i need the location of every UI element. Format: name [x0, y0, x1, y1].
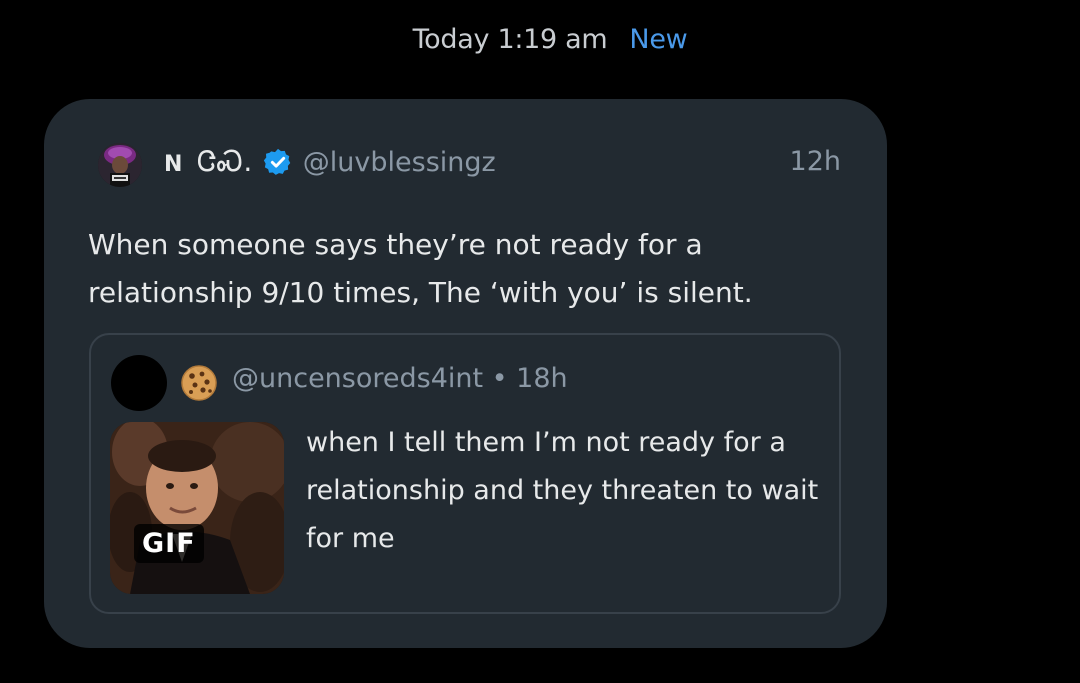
- cookie-emoji-icon: [181, 365, 217, 401]
- tweet-text: When someone says they’re not ready for …: [88, 228, 753, 309]
- quoted-tweet-card[interactable]: @uncensoreds4int • 18h GIF when I tell t…: [89, 333, 841, 614]
- message-timestamp-row: Today 1:19 am New: [0, 24, 1080, 55]
- quoted-handle-and-age[interactable]: @uncensoreds4int • 18h: [232, 363, 568, 394]
- gif-thumbnail-image: [110, 422, 284, 594]
- verified-badge-icon: [263, 148, 291, 175]
- quoted-author-avatar[interactable]: [111, 355, 167, 411]
- new-indicator: New: [629, 24, 688, 55]
- author-handle[interactable]: @luvblessingz: [303, 147, 496, 178]
- quoted-gif-thumbnail[interactable]: GIF: [110, 422, 284, 594]
- dm-conversation: Today 1:19 am New N ᏣᏍ. @luvblessingz 12…: [0, 0, 1080, 683]
- tweet-author-row: N ᏣᏍ. @luvblessingz: [164, 139, 496, 185]
- author-avatar[interactable]: [98, 143, 142, 187]
- message-timestamp: Today 1:19 am: [412, 24, 608, 55]
- quoted-tweet-text: when I tell them I’m not ready for a rel…: [306, 427, 819, 554]
- display-name-stylized-glyphs: ᏣᏍ.: [197, 145, 253, 178]
- gif-badge: GIF: [134, 524, 204, 563]
- tweet-age: 12h: [789, 146, 841, 177]
- shared-tweet-bubble[interactable]: N ᏣᏍ. @luvblessingz 12h When someone say…: [44, 99, 887, 648]
- author-display-name[interactable]: N ᏣᏍ.: [164, 145, 253, 179]
- author-avatar-image: [98, 143, 142, 187]
